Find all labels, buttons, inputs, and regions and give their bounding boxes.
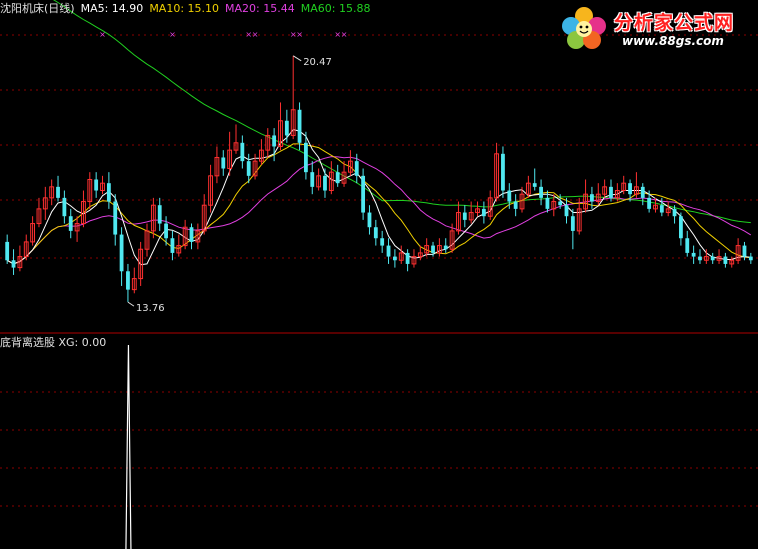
signal-marker: × [341,30,348,39]
candle-body [373,227,378,239]
candle-body [628,183,632,195]
kline-chart[interactable]: 20.4713.76× × × × × × × × [0,0,758,549]
candle-body [304,142,308,173]
logo-url: www.88gs.com [622,34,724,48]
signal-marker: × [252,30,259,39]
candle-body [62,197,67,217]
candle-body [240,142,245,162]
signal-marker: × [99,30,106,39]
candle-body [672,208,677,217]
ma60-readout: MA60: 15.88 [300,2,371,15]
candle-body [545,197,550,209]
candle-body [94,179,99,191]
high-price-label: 20.47 [303,57,332,68]
candle-body [679,216,683,239]
candle-body [164,223,168,239]
candle-body [380,238,385,246]
candle-body [246,161,251,176]
candle-body [698,256,702,261]
candle-body [354,161,359,176]
candle-body [501,153,505,191]
candle-body [323,175,327,191]
candle-body [558,201,563,206]
ma10-line [6,143,751,265]
candle-body [723,256,728,264]
candle-body [170,238,175,253]
candle-body [126,271,130,290]
candle-body [284,120,289,136]
site-logo[interactable]: 分析家公式网 www.88gs.com [556,2,756,52]
candle-body [106,183,111,202]
candle-body [56,186,60,198]
candle-body [710,256,715,261]
signal-marker: × [169,30,176,39]
candle-body [742,245,747,257]
candle-body [310,172,315,187]
candle-body [392,256,397,261]
candle-body [189,227,194,242]
candle-body [272,135,277,147]
flower-logo-icon [562,7,606,49]
candle-body [564,205,569,217]
xg-signal-line [125,344,132,549]
signal-marker: × [296,30,303,39]
candle-body [659,205,664,213]
candle-body [513,201,518,209]
candle-body [685,238,690,253]
candle-body [5,241,10,261]
candle-body [539,186,543,198]
candle-body [11,260,16,268]
candle-body [481,208,486,217]
candle-body [157,205,162,224]
stock-title: 沈阳机床(日线) [0,2,75,15]
candle-body [590,194,594,202]
candle-body [119,234,124,272]
indicator-header: 底背离选股 XG: 0.00 [0,336,112,349]
candle-body [507,190,512,202]
candle-body [367,212,372,228]
candle-body [748,256,753,261]
candle-body [361,175,366,213]
candle-body [691,252,696,257]
candle-body [113,201,118,235]
candle-body [609,186,613,198]
candle-body [570,216,575,231]
candle-body [335,172,340,184]
low-price-label: 13.76 [136,303,165,314]
candle-body [647,197,652,209]
ma10-readout: MA10: 15.10 [149,2,220,15]
candle-body [640,186,645,198]
candle-body [462,212,467,220]
candle-body [221,157,226,169]
main-chart-header: 沈阳机床(日线) MA5: 14.90 MA10: 15.10 MA20: 15.44… [0,2,376,15]
candle-body [532,183,537,187]
logo-title: 分析家公式网 [614,12,735,34]
ma20-readout: MA20: 15.44 [225,2,295,15]
high-pointer [292,55,302,62]
candle-body [443,245,448,250]
candle-body [431,245,435,253]
ma5-line [6,129,751,266]
candle-body [68,216,73,231]
candle-body [297,109,302,143]
candle-body [405,252,410,264]
indicator-title: 底背离选股 XG: 0.00 [0,336,107,349]
ma5-readout: MA5: 14.90 [80,2,144,15]
low-pointer [127,301,135,307]
candle-body [386,245,391,257]
